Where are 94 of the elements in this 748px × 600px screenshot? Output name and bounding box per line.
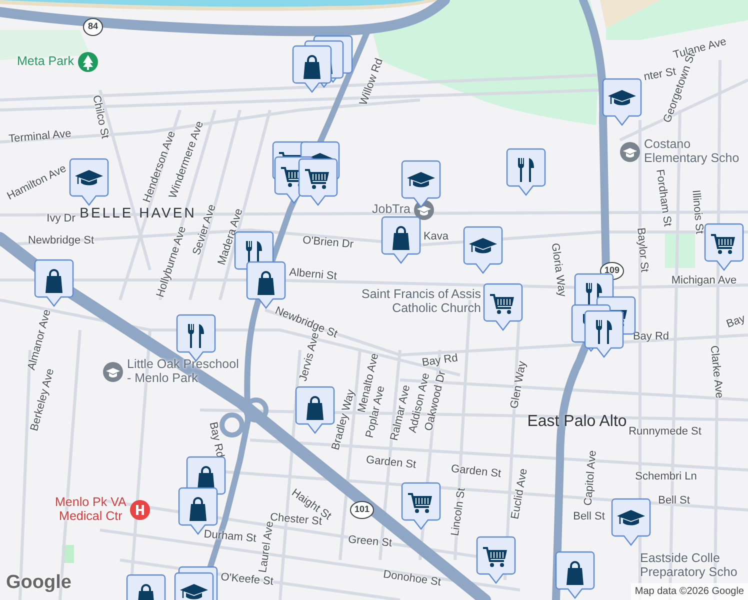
street-label: O'Brien Dr [302,235,354,251]
street-label: Bell St [573,512,605,522]
map-pin[interactable] [381,216,421,264]
street-label: Clarke Ave [708,345,724,399]
shopping-bag-icon [46,269,62,293]
shopping-cart-icon [408,493,432,513]
fork-and-knife-icon [188,324,204,348]
street-label: Garden St [450,464,502,480]
fork-and-knife-icon [596,320,612,344]
place-label: Eastside Colle Preparatory Scho [640,552,738,580]
street-label: Capitol Ave [583,450,599,506]
street-label: Durham St [203,529,257,545]
street-label: Michigan Ave [671,276,737,286]
highway-shield: 101 [350,501,374,519]
street-label: Euclid Ave [510,468,530,520]
area-label: BELLE HAVEN [80,204,196,222]
graduation-cap-icon [180,584,208,600]
street-label: Gloria Way [548,242,568,298]
map-pin[interactable] [602,78,642,126]
map-pin[interactable] [483,283,523,331]
street-label: Bradley Way [330,388,358,452]
map-pin[interactable] [476,536,516,584]
highway-shield: 84 [83,18,103,36]
place-label: Saint Francis of Assis Catholic Church [362,288,481,316]
shopping-cart-icon [490,294,514,314]
pin-background [584,310,624,358]
graduation-cap-icon [103,362,123,382]
shopping-bag-icon [392,226,410,250]
place-label: Menlo Pk VA Medical Ctr [55,496,126,524]
shopping-bag-icon [306,396,324,420]
street-label: Alberni St [288,267,338,283]
street-label: Schembri Ln [635,472,697,482]
map-pin[interactable] [401,482,441,530]
street-label: Laurel Ave [258,520,276,574]
street-label: Garden St [366,454,416,472]
area-label: East Palo Alto [527,412,627,432]
shopping-cart-icon [483,547,507,567]
street-label: Donohoe St [382,570,442,588]
street-label: Lincoln St [450,487,468,537]
shopping-cart-icon [305,169,329,189]
map-pin[interactable] [463,226,503,274]
graduation-cap-icon [469,238,497,254]
shopping-bag-icon [304,55,320,79]
shopping-bag-icon [190,497,206,521]
street-label: Newbridge St [28,236,94,246]
sand-area [600,0,660,28]
street-label: Bay Rd [206,421,226,459]
street-label: Green St [348,534,392,550]
shopping-bag-icon [566,561,584,585]
shopping-bag-icon [258,271,274,295]
place-label: Meta Park [17,55,74,69]
hospital-icon [130,500,150,520]
map-pin-stack[interactable] [292,35,353,93]
map-pin-stack[interactable] [272,141,340,206]
place-label: Costano Elementary Scho [644,138,740,166]
map-pin[interactable] [506,148,546,196]
street-label: Baylor St [634,227,650,273]
shopping-cart-icon [711,234,735,254]
map-pin[interactable] [69,158,109,206]
street-label: Glen Way [509,360,529,410]
pin-background [126,574,166,600]
google-logo: Google [6,570,72,594]
street-label: Illinois St [690,190,704,234]
fork-and-knife-icon [246,241,262,265]
street-label: Ivy Dr [46,214,76,224]
graduation-cap-icon [75,170,103,186]
street-label: Bay Rd [632,332,670,342]
street-label: Fordham St [654,168,672,228]
graduation-cap-icon [620,142,640,162]
street-label: Willow Rd [358,57,386,107]
map-attribution: Map data ©2026 Google [630,583,748,600]
map-pin[interactable] [704,223,744,271]
tree-icon [78,52,98,72]
shopping-bag-icon [138,584,154,600]
street-label: Kava [423,232,449,242]
street-label: Runnymede St [628,426,702,438]
pin-background [174,572,214,600]
street-label: Jervis Ave [298,331,322,383]
street-label: Terminal Ave [8,128,72,146]
street-label: Chilco St [90,94,110,140]
fork-and-knife-icon [518,158,534,182]
street-label: Bay Rd [421,353,459,369]
street-label: Madera Ave [216,207,246,267]
graduation-cap-icon [407,172,435,188]
street-label: Bell St [658,496,690,506]
map-pin[interactable] [34,259,74,307]
graduation-cap-icon [617,510,645,526]
street-label: Bay [725,314,747,330]
pin-background [506,148,546,196]
map-pin[interactable] [555,551,595,599]
place-label: JobTra [372,203,410,217]
street-label: O'Keefe St [220,572,274,588]
map-pin[interactable] [611,498,651,546]
graduation-cap-icon [608,90,636,106]
